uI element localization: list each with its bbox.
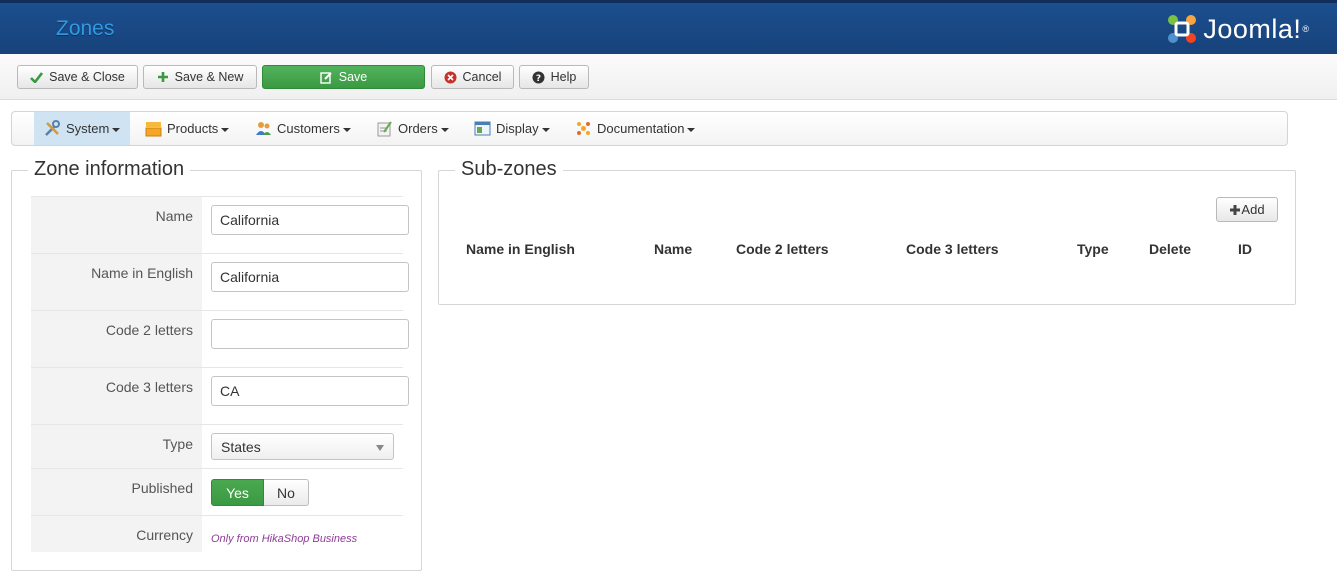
page-title: Zones	[56, 17, 115, 40]
cancel-label: Cancel	[462, 70, 502, 84]
save-button[interactable]: Save	[262, 65, 425, 89]
plus-icon	[157, 71, 169, 83]
column-header-name-english[interactable]: Name in English	[466, 241, 575, 257]
currency-note: Only from HikaShop Business	[211, 533, 358, 545]
customers-icon	[255, 120, 272, 137]
plus-icon	[1230, 204, 1241, 215]
caret-down-icon	[440, 127, 449, 132]
column-header-id[interactable]: ID	[1238, 241, 1252, 257]
caret-down-icon	[112, 127, 121, 132]
caret-down-icon	[687, 127, 696, 132]
name-english-input[interactable]	[211, 262, 409, 292]
save-new-label: Save & New	[174, 70, 244, 84]
column-header-type[interactable]: Type	[1077, 241, 1109, 257]
menu-display-label: Display	[496, 121, 539, 136]
tools-icon	[44, 120, 61, 137]
published-toggle: Yes No	[211, 479, 309, 506]
type-label: Type	[31, 425, 202, 468]
type-select[interactable]: States	[211, 433, 394, 460]
edit-icon	[320, 71, 333, 84]
sub-zones-fieldset: Sub-zones Add Name in English Name Code …	[438, 158, 1296, 305]
caret-down-icon	[541, 127, 550, 132]
zone-information-fieldset: Zone information Name Name in English Co…	[11, 158, 422, 571]
column-header-delete[interactable]: Delete	[1149, 241, 1191, 257]
hikashop-menu: System Products Customers Orders Display	[11, 111, 1288, 146]
name-value-cell	[202, 197, 409, 253]
add-subzone-label: Add	[1241, 202, 1265, 217]
help-button[interactable]: ? Help	[519, 65, 589, 89]
sub-zones-legend: Sub-zones	[455, 158, 563, 181]
form-row-currency: Currency Only from HikaShop Business	[31, 515, 403, 552]
orders-icon	[376, 120, 393, 137]
form-row-code2: Code 2 letters	[31, 310, 409, 367]
menu-system[interactable]: System	[34, 112, 131, 145]
help-icon: ?	[532, 71, 545, 84]
published-label: Published	[31, 469, 202, 515]
column-header-code2[interactable]: Code 2 letters	[736, 241, 829, 257]
code2-input[interactable]	[211, 319, 409, 349]
menu-documentation[interactable]: Documentation	[565, 112, 705, 145]
code3-input[interactable]	[211, 376, 409, 406]
name-english-label: Name in English	[31, 254, 202, 310]
menu-system-label: System	[66, 121, 110, 136]
zone-information-legend: Zone information	[28, 158, 191, 181]
code3-value-cell	[202, 368, 409, 424]
name-label: Name	[31, 197, 202, 253]
form-row-published: Published Yes No	[31, 468, 403, 515]
joomla-logo[interactable]: Joomla! ®	[1165, 9, 1309, 49]
column-header-name[interactable]: Name	[654, 241, 692, 257]
currency-label: Currency	[31, 516, 202, 552]
menu-products-label: Products	[167, 121, 219, 136]
joomla-logo-text: Joomla!	[1203, 13, 1302, 44]
menu-display[interactable]: Display	[464, 112, 560, 145]
cancel-button[interactable]: Cancel	[431, 65, 514, 89]
menu-customers-label: Customers	[277, 121, 340, 136]
published-no-button[interactable]: No	[264, 479, 309, 506]
published-yes-button[interactable]: Yes	[211, 479, 264, 506]
currency-value-cell: Only from HikaShop Business	[202, 516, 403, 552]
add-subzone-button[interactable]: Add	[1216, 197, 1278, 222]
name-input[interactable]	[211, 205, 409, 235]
code2-label: Code 2 letters	[31, 311, 202, 367]
help-label: Help	[550, 70, 577, 84]
form-row-name: Name	[31, 196, 409, 253]
column-header-code3[interactable]: Code 3 letters	[906, 241, 999, 257]
caret-down-icon	[342, 127, 351, 132]
form-row-code3: Code 3 letters	[31, 367, 409, 424]
save-close-button[interactable]: Save & Close	[17, 65, 138, 89]
menu-products[interactable]: Products	[135, 112, 239, 145]
save-new-button[interactable]: Save & New	[143, 65, 257, 89]
products-icon	[145, 120, 162, 137]
code2-value-cell	[202, 311, 409, 367]
menu-orders-label: Orders	[398, 121, 438, 136]
cancel-icon	[444, 71, 457, 84]
form-row-name-english: Name in English	[31, 253, 409, 310]
save-label: Save	[338, 70, 368, 84]
caret-down-icon	[221, 127, 230, 132]
zone-form: Name Name in English Code 2 letters Code…	[31, 196, 409, 552]
dropdown-arrow-icon	[376, 445, 384, 451]
menu-documentation-label: Documentation	[597, 121, 685, 136]
menu-orders[interactable]: Orders	[366, 112, 459, 145]
display-icon	[474, 120, 491, 137]
admin-header: Zones Joomla! ®	[0, 0, 1337, 54]
documentation-icon	[575, 120, 592, 137]
code3-label: Code 3 letters	[31, 368, 202, 424]
registered-mark: ®	[1302, 24, 1309, 34]
menu-customers[interactable]: Customers	[245, 112, 361, 145]
svg-text:?: ?	[536, 74, 541, 84]
published-value-cell: Yes No	[202, 469, 403, 515]
type-value-cell: States	[202, 425, 403, 468]
check-icon	[30, 71, 44, 83]
type-select-value: States	[221, 439, 261, 455]
joomla-logo-icon	[1168, 15, 1197, 43]
form-row-type: Type States	[31, 424, 403, 468]
toolbar: Save & Close Save & New Save Cancel ? He…	[0, 54, 1337, 100]
name-english-value-cell	[202, 254, 409, 310]
save-close-label: Save & Close	[49, 70, 125, 84]
